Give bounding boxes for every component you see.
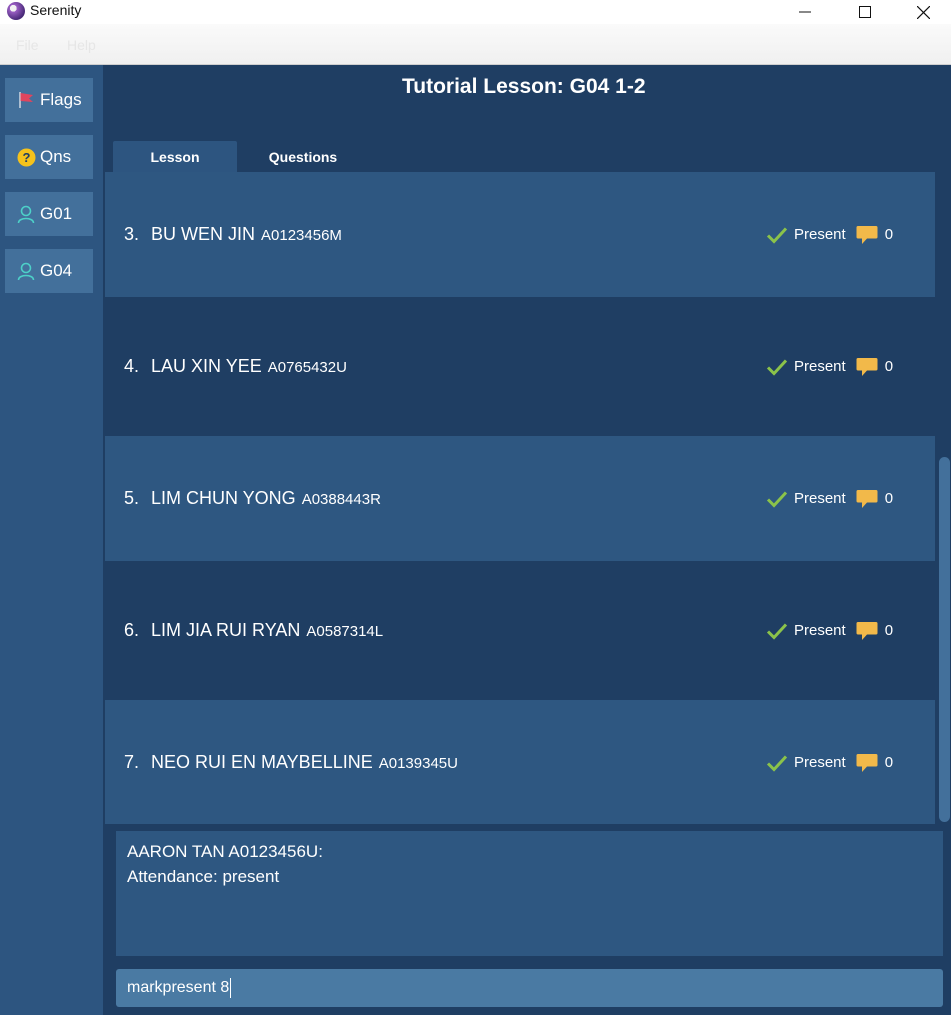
result-line: Attendance: present xyxy=(127,867,280,886)
check-icon xyxy=(766,358,788,376)
sidebar-item-label: Qns xyxy=(40,147,72,166)
command-text: markpresent 8 xyxy=(127,979,230,996)
comment-icon xyxy=(856,753,878,772)
comment-count: 0 xyxy=(884,622,894,639)
comment-count: 0 xyxy=(884,226,894,243)
close-button[interactable] xyxy=(900,0,946,24)
close-icon xyxy=(916,5,930,19)
page-title: Tutorial Lesson: G04 1-2 xyxy=(402,75,646,98)
check-icon xyxy=(766,622,788,640)
student-name: BU WEN JIN A0123456M xyxy=(151,224,342,245)
check-icon xyxy=(766,226,788,244)
student-name: LAU XIN YEE A0765432U xyxy=(151,356,347,377)
student-name: LIM CHUN YONG A0388443R xyxy=(151,488,381,509)
title-bar: Serenity xyxy=(0,0,951,24)
student-name-text: LIM JIA RUI RYAN xyxy=(151,620,301,640)
result-display: AARON TAN A0123456U: Attendance: present xyxy=(116,831,943,956)
student-name: LIM JIA RUI RYAN A0587314L xyxy=(151,620,383,641)
minimize-button[interactable] xyxy=(782,0,828,24)
command-input[interactable]: markpresent 8 xyxy=(116,969,943,1007)
student-id: A0139345U xyxy=(378,755,458,772)
attendance-status: Present xyxy=(794,358,846,375)
person-icon xyxy=(16,261,36,281)
sidebar-item-label: G04 xyxy=(40,261,73,280)
sidebar-item-g04[interactable]: G04 xyxy=(5,249,93,293)
student-name-text: NEO RUI EN MAYBELLINE xyxy=(151,752,373,772)
menu-bar: File Help xyxy=(0,24,951,65)
person-icon xyxy=(16,204,36,224)
list-item[interactable]: 6. LIM JIA RUI RYAN A0587314L Present 0 xyxy=(105,568,935,693)
sidebar-item-label: Flags xyxy=(40,90,82,109)
student-name: NEO RUI EN MAYBELLINE A0139345U xyxy=(151,752,458,773)
status-group: Present 0 xyxy=(766,621,893,641)
attendance-status: Present xyxy=(794,490,846,507)
student-name-text: LIM CHUN YONG xyxy=(151,488,296,508)
app-logo-icon xyxy=(7,2,25,20)
result-line: AARON TAN A0123456U: xyxy=(127,842,323,861)
status-group: Present 0 xyxy=(766,357,893,377)
row-index: 4. xyxy=(124,356,140,376)
svg-text:?: ? xyxy=(22,150,30,165)
student-id: A0123456M xyxy=(261,227,342,244)
student-id: A0587314L xyxy=(306,623,384,640)
sidebar-item-g01[interactable]: G01 xyxy=(5,192,93,236)
student-name-text: LAU XIN YEE xyxy=(151,356,262,376)
check-icon xyxy=(766,490,788,508)
text-caret xyxy=(230,978,232,998)
attendance-status: Present xyxy=(794,226,846,243)
student-id: A0765432U xyxy=(267,359,347,376)
status-group: Present 0 xyxy=(766,225,893,245)
maximize-button[interactable] xyxy=(842,0,888,24)
comment-count: 0 xyxy=(884,490,894,507)
window-title: Serenity xyxy=(30,2,82,18)
row-index: 7. xyxy=(124,752,140,772)
main-panel: Tutorial Lesson: G04 1-2 Lesson Question… xyxy=(103,65,951,1015)
attendance-status: Present xyxy=(794,754,846,771)
sidebar: Flags ? Qns G01 G04 xyxy=(0,65,103,1015)
menu-file[interactable]: File xyxy=(16,37,39,53)
comment-icon xyxy=(856,489,878,508)
comment-icon xyxy=(856,357,878,376)
maximize-icon xyxy=(859,6,871,18)
check-icon xyxy=(766,754,788,772)
question-icon: ? xyxy=(16,147,36,167)
row-index: 5. xyxy=(124,488,140,508)
flag-icon xyxy=(16,90,36,110)
student-id: A0388443R xyxy=(301,491,381,508)
comment-icon xyxy=(856,621,878,640)
tab-questions[interactable]: Questions xyxy=(243,141,363,172)
status-group: Present 0 xyxy=(766,753,893,773)
sidebar-item-qns[interactable]: ? Qns xyxy=(5,135,93,179)
status-group: Present 0 xyxy=(766,489,893,509)
sidebar-item-flags[interactable]: Flags xyxy=(5,78,93,122)
tab-lesson[interactable]: Lesson xyxy=(113,141,237,172)
comment-icon xyxy=(856,225,878,244)
minimize-icon xyxy=(799,11,811,13)
comment-count: 0 xyxy=(884,358,894,375)
list-item[interactable]: 4. LAU XIN YEE A0765432U Present 0 xyxy=(105,304,935,429)
list-item[interactable]: 3. BU WEN JIN A0123456M Present 0 xyxy=(105,172,935,297)
list-scrollbar-thumb[interactable] xyxy=(939,457,950,822)
menu-help[interactable]: Help xyxy=(67,37,96,53)
row-index: 3. xyxy=(124,224,140,244)
student-list: 3. BU WEN JIN A0123456M Present 0 4. LAU … xyxy=(105,172,935,824)
student-name-text: BU WEN JIN xyxy=(151,224,256,244)
list-item[interactable]: 7. NEO RUI EN MAYBELLINE A0139345U Presen… xyxy=(105,700,935,824)
comment-count: 0 xyxy=(884,754,894,771)
sidebar-item-label: G01 xyxy=(40,204,73,223)
list-item[interactable]: 5. LIM CHUN YONG A0388443R Present 0 xyxy=(105,436,935,561)
row-index: 6. xyxy=(124,620,140,640)
attendance-status: Present xyxy=(794,622,846,639)
